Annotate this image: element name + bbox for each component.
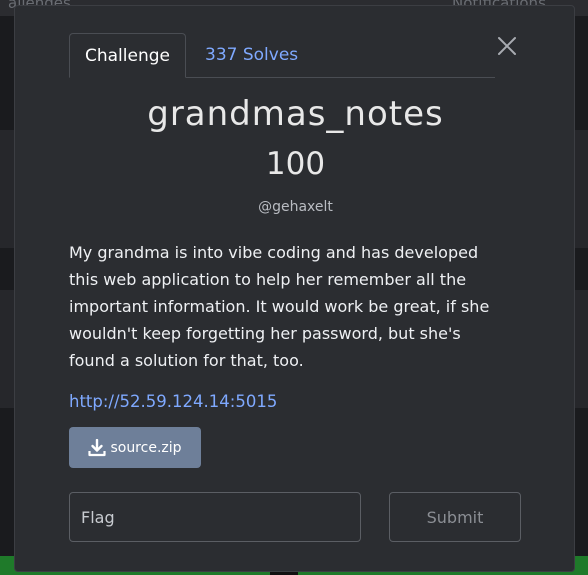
challenge-description: My grandma is into vibe coding and has d… bbox=[69, 243, 490, 370]
close-icon bbox=[498, 37, 516, 55]
tab-solves[interactable]: 337 Solves bbox=[205, 33, 298, 77]
challenge-title: grandmas_notes bbox=[147, 94, 444, 134]
close-button[interactable] bbox=[495, 34, 519, 58]
download-file-label: source.zip bbox=[110, 439, 182, 456]
submit-button[interactable]: Submit bbox=[389, 492, 521, 542]
challenge-author: @gehaxelt bbox=[258, 199, 333, 215]
challenge-modal: Challenge 337 Solves grandmas_notes 100 … bbox=[14, 5, 575, 572]
challenge-url-link[interactable]: http://52.59.124.14:5015 bbox=[69, 392, 277, 411]
challenge-points: 100 bbox=[265, 146, 326, 182]
download-file-button[interactable]: source.zip bbox=[69, 427, 201, 468]
download-icon bbox=[88, 438, 107, 456]
flag-input[interactable] bbox=[69, 492, 361, 542]
tab-challenge[interactable]: Challenge bbox=[69, 33, 186, 78]
